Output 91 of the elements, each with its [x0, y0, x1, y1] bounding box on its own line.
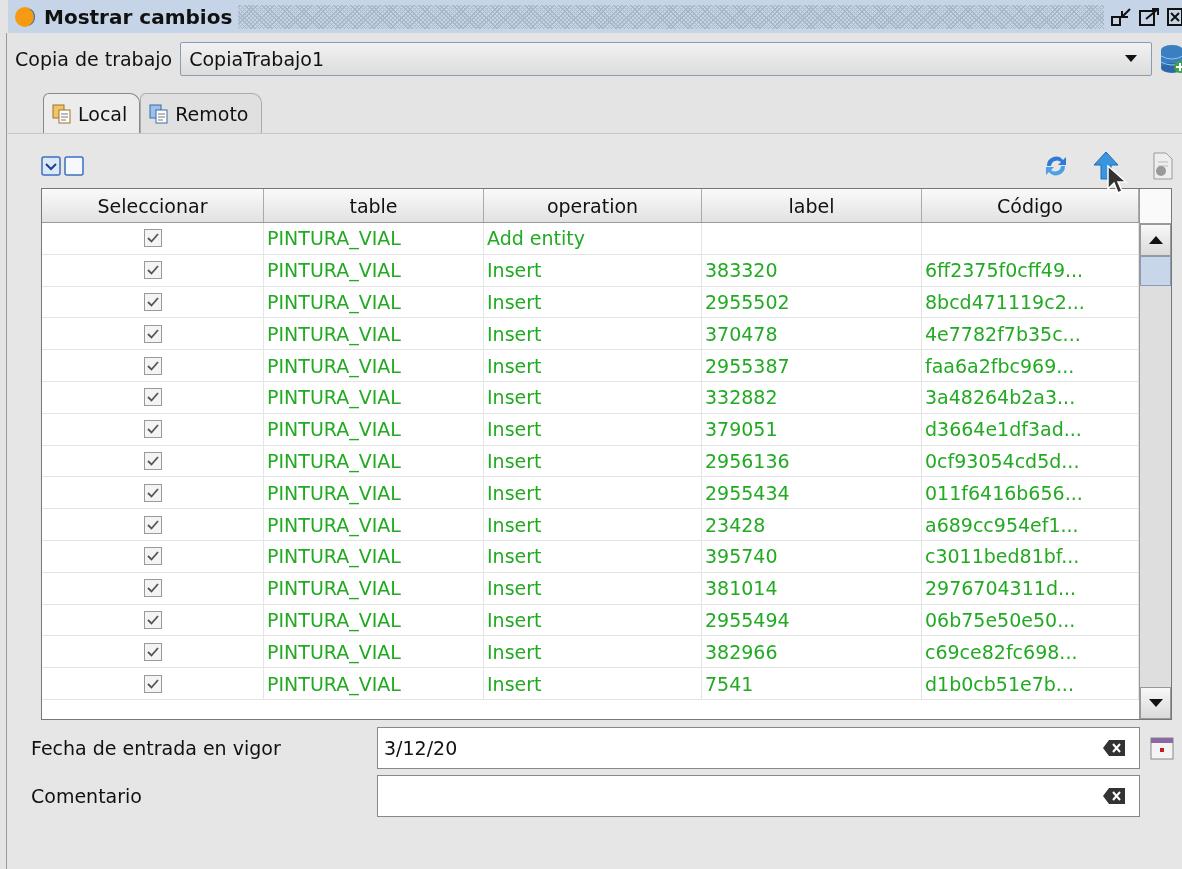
- table-cell: 2956136: [702, 445, 922, 478]
- table-cell: Insert: [484, 636, 702, 669]
- table-cell: Insert: [484, 668, 702, 700]
- table-cell: PINTURA_VIAL: [264, 318, 484, 351]
- effective-date-label: Fecha de entrada en vigor: [31, 737, 282, 759]
- checkbox[interactable]: [143, 324, 162, 343]
- documents-icon: [52, 104, 72, 124]
- table-cell: PINTURA_VIAL: [264, 540, 484, 573]
- table-cell: PINTURA_VIAL: [264, 572, 484, 605]
- window-title: Mostrar cambios: [44, 4, 233, 29]
- table-cell: Insert: [484, 477, 702, 510]
- table-cell: 2955387: [702, 350, 922, 382]
- tab[interactable]: Remoto: [140, 93, 262, 134]
- table-cell: PINTURA_VIAL: [264, 668, 484, 700]
- database-add-icon[interactable]: [1160, 44, 1182, 74]
- column-header[interactable]: table: [264, 189, 484, 222]
- caret-icon: [1125, 55, 1137, 63]
- table-cell: 381014: [702, 572, 922, 605]
- table-cell: 382966: [702, 636, 922, 669]
- table-cell: PINTURA_VIAL: [264, 254, 484, 287]
- table-cell: Insert: [484, 445, 702, 478]
- table-cell: PINTURA_VIAL: [264, 509, 484, 541]
- checkbox[interactable]: [143, 642, 162, 661]
- table-cell: PINTURA_VIAL: [264, 223, 484, 255]
- checkbox[interactable]: [143, 451, 162, 470]
- table-cell: Insert: [484, 413, 702, 446]
- document-icon: [1150, 152, 1174, 180]
- table-cell: PINTURA_VIAL: [264, 413, 484, 446]
- checkbox[interactable]: [143, 229, 162, 248]
- comment-field[interactable]: [377, 775, 1140, 817]
- clear-icon[interactable]: [1103, 788, 1125, 804]
- comment-label: Comentario: [31, 785, 143, 807]
- table-cell: Insert: [484, 382, 702, 414]
- table-cell: 2955434: [702, 477, 922, 510]
- table-cell: Insert: [484, 286, 702, 319]
- checkbox[interactable]: [143, 356, 162, 375]
- table-cell: 2955494: [702, 604, 922, 637]
- table-cell: PINTURA_VIAL: [264, 445, 484, 478]
- table-cell: PINTURA_VIAL: [264, 382, 484, 414]
- documents-icon: [149, 104, 170, 124]
- checkbox[interactable]: [143, 483, 162, 502]
- table-cell: PINTURA_VIAL: [264, 477, 484, 510]
- checkbox[interactable]: [143, 610, 162, 629]
- maximize-icon[interactable]: [1138, 6, 1160, 27]
- table-cell: Insert: [484, 318, 702, 351]
- scroll-down-icon[interactable]: [1148, 699, 1163, 707]
- clear-icon[interactable]: [1103, 740, 1125, 756]
- table-cell: Insert: [484, 509, 702, 541]
- table-cell: Insert: [484, 572, 702, 605]
- checkbox[interactable]: [143, 579, 162, 598]
- table-cell: 395740: [702, 540, 922, 573]
- table-cell: Insert: [484, 254, 702, 287]
- table-cell: PINTURA_VIAL: [264, 636, 484, 669]
- table-cell: Insert: [484, 540, 702, 573]
- column-header[interactable]: Seleccionar: [42, 189, 264, 222]
- column-header[interactable]: label: [702, 189, 922, 222]
- table-cell: 379051: [702, 413, 922, 446]
- checkbox[interactable]: [143, 388, 162, 407]
- minimize-icon[interactable]: [1110, 6, 1132, 27]
- working-copy-label: Copia de trabajo: [15, 48, 173, 70]
- tab[interactable]: Local: [43, 93, 141, 134]
- table-cell: 7541: [702, 668, 922, 700]
- date-field[interactable]: 3/12/20: [377, 727, 1140, 769]
- table-cell: 332882: [702, 382, 922, 414]
- table-cell: PINTURA_VIAL: [264, 350, 484, 382]
- checkbox[interactable]: [143, 293, 162, 311]
- column-header[interactable]: operation: [484, 189, 702, 222]
- table-cell: Add entity: [484, 223, 702, 255]
- close-icon[interactable]: [1166, 6, 1182, 27]
- table-cell: PINTURA_VIAL: [264, 286, 484, 319]
- checkbox[interactable]: [143, 420, 162, 439]
- table-cell: 370478: [702, 318, 922, 351]
- working-copy-dropdown[interactable]: CopiaTrabajo1: [180, 42, 1152, 76]
- table-cell: Insert: [484, 604, 702, 637]
- scrollbar[interactable]: [1139, 189, 1171, 719]
- calendar-icon[interactable]: [1150, 736, 1174, 760]
- scroll-thumb[interactable]: [1140, 256, 1171, 286]
- table-cell: 383320: [702, 254, 922, 287]
- deselect-all-icon[interactable]: [64, 156, 84, 176]
- table-cell: PINTURA_VIAL: [264, 604, 484, 637]
- table-cell: 2955502: [702, 286, 922, 319]
- title-bar-grip[interactable]: [238, 4, 1104, 29]
- checkbox[interactable]: [143, 547, 162, 566]
- table-cell: 23428: [702, 509, 922, 541]
- scroll-up-icon[interactable]: [1148, 236, 1163, 244]
- checkbox[interactable]: [143, 261, 162, 280]
- checkbox[interactable]: [143, 515, 162, 534]
- table-cell: Insert: [484, 350, 702, 382]
- select-all-icon[interactable]: [41, 156, 61, 176]
- checkbox[interactable]: [143, 674, 162, 693]
- logo-icon: [14, 4, 38, 29]
